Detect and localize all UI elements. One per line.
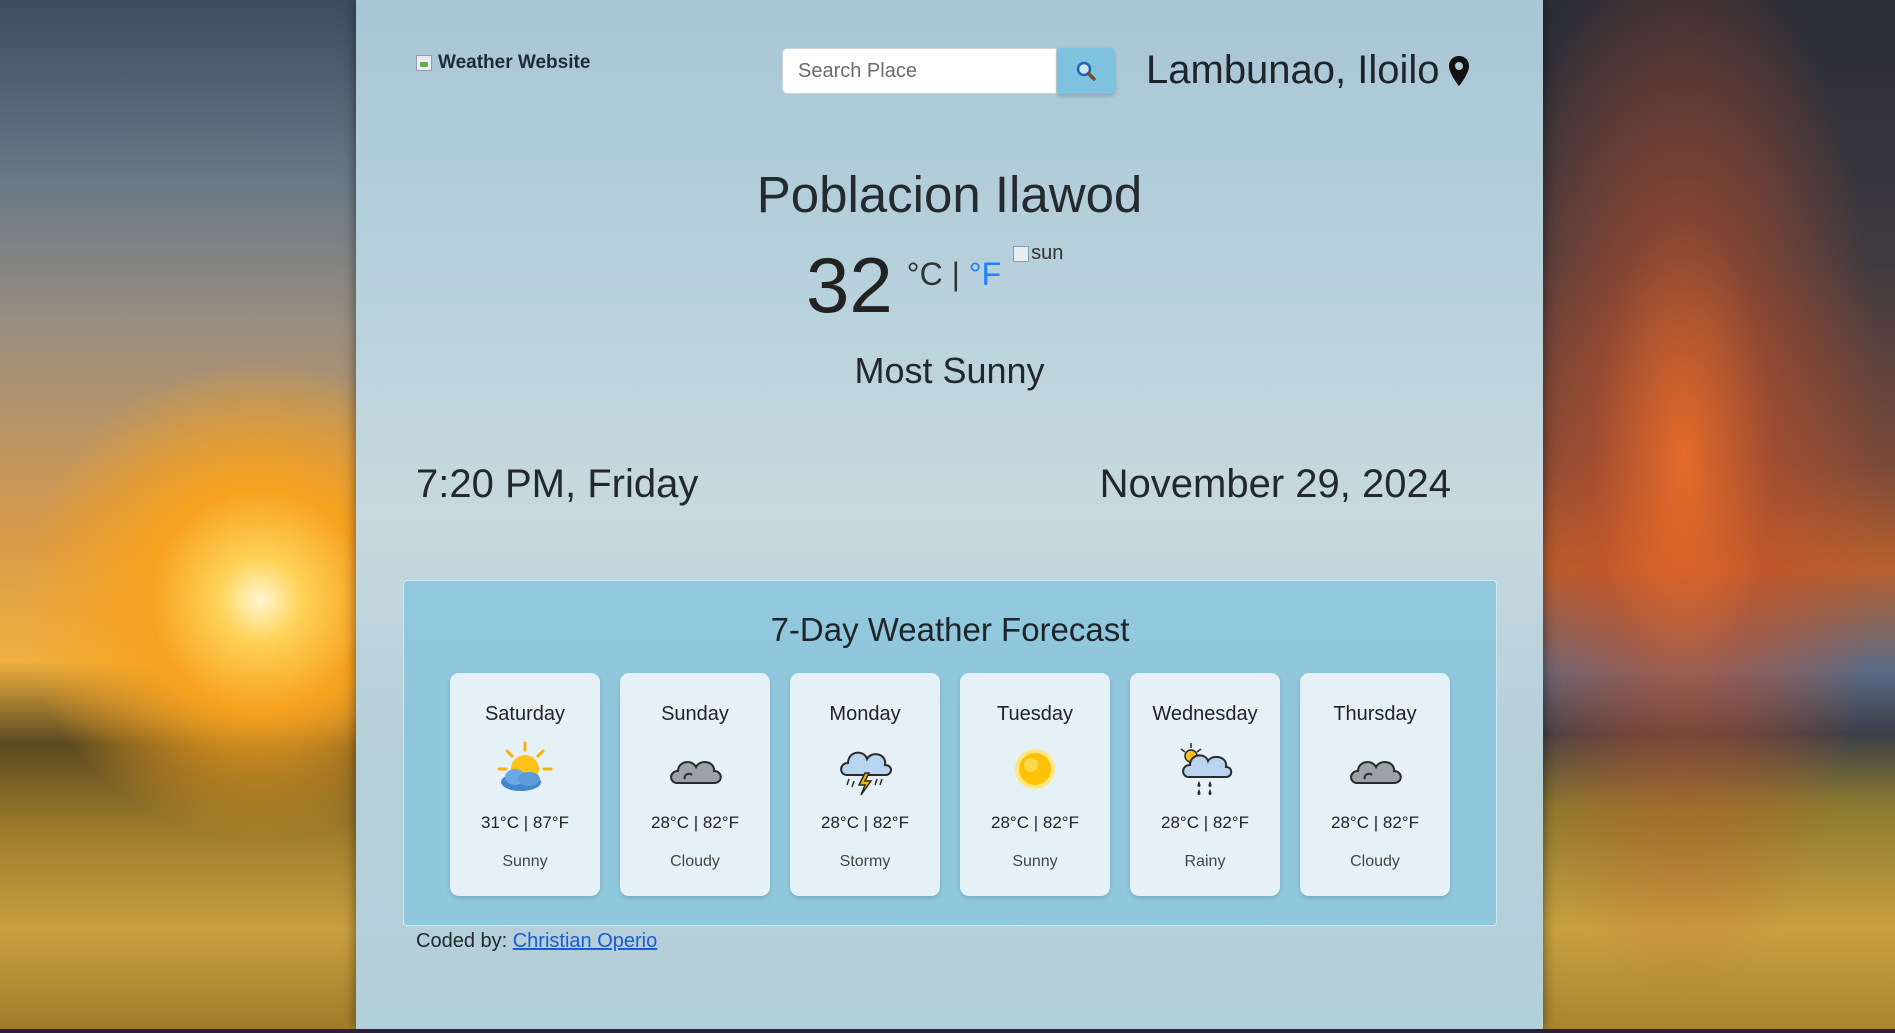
forecast-temps: 28°C | 82°F (821, 813, 909, 832)
map-pin-icon[interactable] (1448, 55, 1470, 87)
forecast-condition: Sunny (1012, 853, 1058, 870)
forecast-card: Thursday 28°C | 82°F Cloudy (1300, 673, 1450, 896)
forecast-condition: Rainy (1184, 853, 1226, 870)
time-day: 7:20 PM, Friday (416, 462, 699, 506)
forecast-temps: 28°C | 82°F (651, 813, 739, 832)
broken-image-icon (416, 55, 432, 71)
forecast-card: Monday 28°C | 82°F Stormy (790, 673, 940, 896)
temperature-row: 32 °C | °F sun (806, 241, 1063, 329)
forecast-title: 7-Day Weather Forecast (770, 611, 1130, 648)
forecast-condition: Cloudy (670, 853, 720, 870)
forecast-day: Tuesday (997, 703, 1073, 725)
current-date: November 29, 2024 (1099, 462, 1451, 506)
unit-toggle: °C | °F (907, 256, 1001, 293)
current-condition: Most Sunny (854, 350, 1045, 391)
brand-alt-text: Weather Website (438, 52, 591, 73)
search-bar (782, 48, 1115, 94)
credit-prefix: Coded by: (416, 930, 513, 952)
forecast-condition: Stormy (839, 853, 891, 870)
broken-image-icon (1013, 245, 1030, 262)
background-right (1543, 0, 1895, 1033)
bottom-edge (0, 1029, 1895, 1033)
rain-icon (1180, 743, 1233, 795)
weather-icon-alt: sun (1031, 242, 1064, 264)
background-left (0, 0, 360, 1033)
storm-icon (840, 751, 892, 796)
forecast-temps: 31°C | 87°F (481, 813, 569, 832)
search-button[interactable] (1057, 48, 1115, 94)
temperature-value: 32 (806, 241, 893, 329)
forecast-day: Thursday (1333, 703, 1417, 725)
forecast-card: Sunday 28°C | 82°F Cloudy (620, 673, 770, 896)
forecast-card: Tuesday 28°C | 82°F Sunny (960, 673, 1110, 896)
forecast-card: Saturday 31°C | 87°F Sunny (450, 673, 600, 896)
unit-fahrenheit[interactable]: °F (969, 256, 1001, 292)
sun-cloud-icon (497, 741, 553, 791)
forecast-day: Wednesday (1152, 703, 1258, 725)
forecast-day: Monday (829, 703, 901, 725)
forecast-day: Saturday (484, 703, 566, 725)
brand-logo[interactable]: Weather Website (416, 52, 590, 74)
credit-line: Coded by: Christian Operio (416, 930, 657, 953)
forecast-day: Sunday (661, 703, 729, 725)
forecast-condition: Sunny (502, 853, 548, 870)
author-link[interactable]: Christian Operio (513, 930, 658, 952)
forecast-temps: 28°C | 82°F (1161, 813, 1249, 832)
forecast-cards: Saturday 31°C | 87°F Sunny Sunday 28°C |… (450, 673, 1450, 896)
location-name: Lambunao, Iloilo (1146, 48, 1440, 92)
forecast-section: 7-Day Weather Forecast Saturday 31°C | 8… (403, 580, 1497, 926)
forecast-condition: Cloudy (1350, 853, 1400, 870)
search-input[interactable] (782, 48, 1057, 94)
unit-separator: | (942, 256, 969, 292)
unit-celsius[interactable]: °C (907, 256, 943, 292)
weather-icon-broken: sun (1013, 242, 1063, 265)
cloud-icon (670, 761, 722, 784)
cloud-icon (1350, 761, 1402, 784)
search-icon (1076, 61, 1096, 81)
place-name: Poblacion Ilawod (756, 166, 1143, 223)
forecast-card: Wednesday 28°C | 82°F Rainy (1130, 673, 1280, 896)
weather-panel: Weather Website Lambunao, Iloilo Poblaci… (356, 0, 1543, 1029)
forecast-temps: 28°C | 82°F (1331, 813, 1419, 832)
sun-icon (1015, 749, 1055, 789)
forecast-temps: 28°C | 82°F (991, 813, 1079, 832)
current-location: Lambunao, Iloilo (1146, 48, 1470, 93)
